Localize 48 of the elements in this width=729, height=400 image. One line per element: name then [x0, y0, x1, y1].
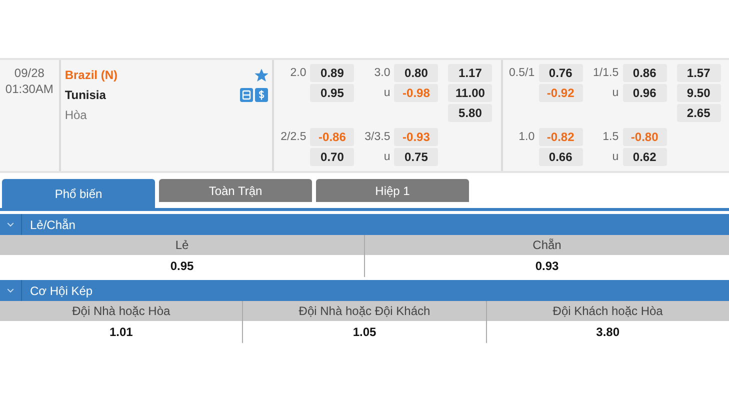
odds-value[interactable]: 1.57 — [676, 64, 721, 82]
section-header[interactable]: Lẻ/Chẵn — [0, 214, 729, 235]
match-time: 01:30AM — [5, 81, 54, 97]
column-header: Đội Nhà hoặc Hòa — [0, 301, 244, 321]
odds-value[interactable]: 2.65 — [676, 104, 721, 122]
column-header: Lẻ — [0, 235, 365, 255]
section-title: Cơ Hội Kép — [29, 284, 93, 298]
line-label: u — [611, 87, 620, 99]
odds-value[interactable]: 0.86 — [622, 64, 667, 82]
column-header: Đội Khách hoặc Hòa — [486, 301, 729, 321]
line-label: 2.0 — [289, 67, 308, 79]
odds-value[interactable]: 0.96 — [622, 84, 667, 102]
dollar-icon[interactable] — [255, 88, 268, 102]
odds-value[interactable]: 0.62 — [622, 148, 667, 166]
line-label: 1.5 — [602, 131, 620, 143]
line-label: u — [382, 151, 392, 163]
section-header[interactable]: Cơ Hội Kép — [0, 280, 729, 301]
list-icon[interactable] — [240, 88, 254, 102]
odds-value[interactable]: 0.95 — [310, 84, 354, 102]
odds-value[interactable]: 9.50 — [676, 84, 721, 102]
line-label: 1/1.5 — [592, 67, 620, 79]
star-icon[interactable] — [255, 68, 268, 82]
line-label: 2/2.5 — [280, 131, 308, 143]
odds-value[interactable]: 0.80 — [394, 64, 438, 82]
odds-value[interactable]: 0.89 — [310, 64, 354, 82]
draw-label: Hòa — [64, 108, 87, 122]
odds-value[interactable]: 0.76 — [538, 64, 583, 82]
section-title: Lẻ/Chẵn — [29, 218, 76, 232]
away-team: Tunisia — [64, 88, 106, 102]
tab[interactable]: Hiệp 1 — [316, 179, 469, 202]
odds-value[interactable]: 11.00 — [448, 84, 492, 102]
odds-value[interactable]: 5.80 — [448, 104, 492, 122]
odds-value[interactable]: 0.70 — [310, 148, 354, 166]
home-team: Brazil (N) — [64, 68, 118, 82]
line-label: 3.0 — [373, 67, 392, 79]
line-label: u — [611, 151, 620, 163]
odds-value[interactable]: 0.66 — [538, 148, 583, 166]
column-header: Đội Nhà hoặc Đội Khách — [243, 301, 487, 321]
match-date: 09/28 — [14, 65, 44, 81]
odds-value[interactable]: 1.17 — [448, 64, 492, 82]
line-label: 1.0 — [518, 131, 536, 143]
line-label: 3/3.5 — [364, 131, 392, 143]
column-header: Chẵn — [365, 235, 729, 255]
odds-value[interactable]: 0.75 — [394, 148, 438, 166]
tab[interactable]: Phổ biến — [2, 179, 155, 208]
tab[interactable]: Toàn Trận — [159, 179, 312, 202]
line-label: 0.5/1 — [508, 67, 536, 79]
line-label: u — [382, 87, 392, 99]
